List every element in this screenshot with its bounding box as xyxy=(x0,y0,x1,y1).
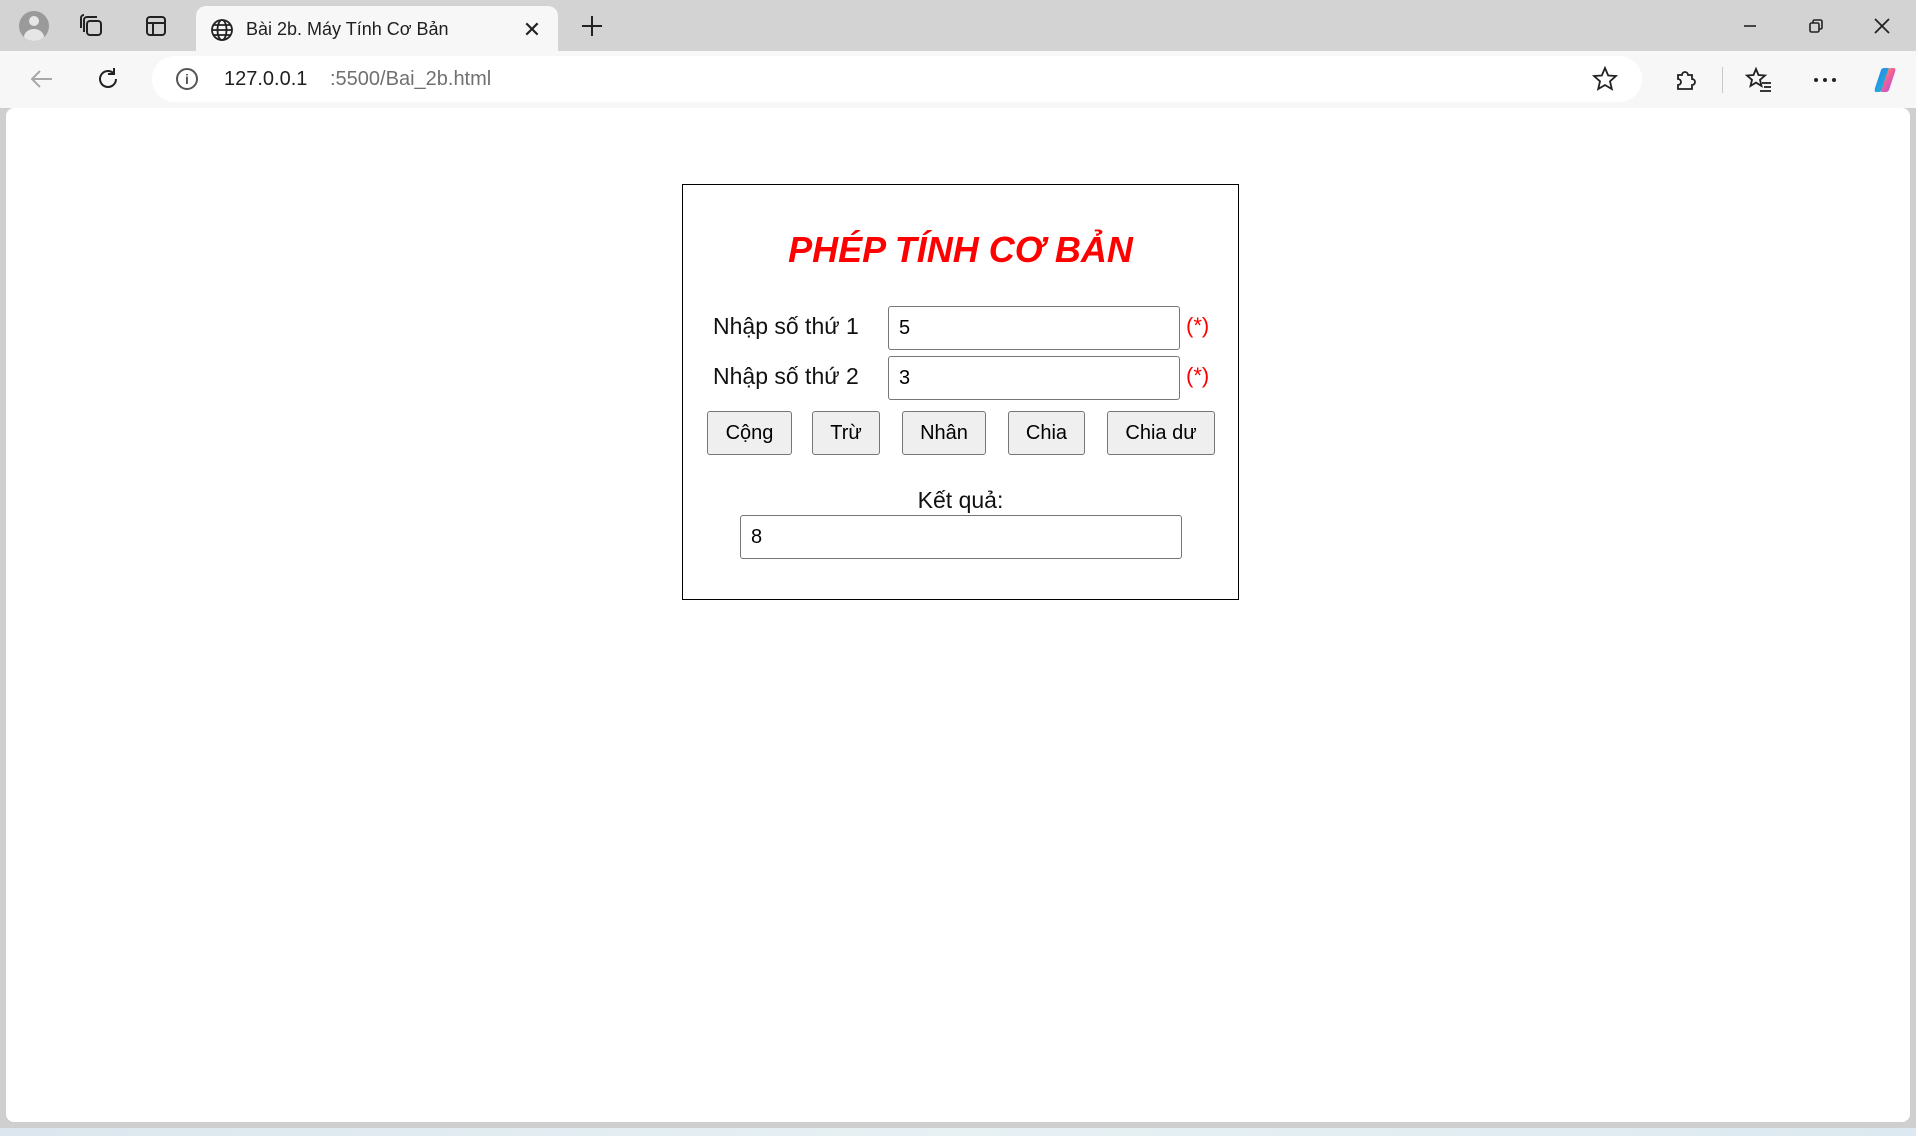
calculator-panel: PHÉP TÍNH CƠ BẢN Nhập số thứ 1 (*) Nhập … xyxy=(682,184,1239,600)
tab-strip: Bài 2b. Máy Tính Cơ Bản ✕ xyxy=(0,0,1916,51)
collections-icon xyxy=(80,14,102,36)
reload-button[interactable] xyxy=(88,59,128,99)
divide-button[interactable]: Chia xyxy=(1008,411,1085,455)
result-label: Kết quả: xyxy=(917,487,1004,513)
input1-label: Nhập số thứ 1 xyxy=(713,313,859,339)
url-path: :5500/Bai_2b.html xyxy=(330,68,492,90)
extensions-button[interactable] xyxy=(1666,61,1704,99)
reload-icon xyxy=(99,68,117,88)
number1-field[interactable] xyxy=(888,306,1180,350)
new-tab-button[interactable] xyxy=(574,8,610,44)
plus-icon xyxy=(582,16,602,36)
close-icon xyxy=(1874,18,1890,34)
back-button[interactable] xyxy=(22,59,62,99)
star-icon[interactable] xyxy=(1592,66,1618,92)
more-icon xyxy=(1814,78,1836,82)
back-icon xyxy=(30,70,52,88)
address-bar[interactable]: i 127.0.0.1 :5500/Bai_2b.html xyxy=(152,56,1642,102)
required-mark-2: (*) xyxy=(1186,363,1210,388)
profile-icon xyxy=(19,11,49,41)
number2-field[interactable] xyxy=(888,356,1180,400)
copilot-icon xyxy=(1874,68,1896,92)
restore-icon xyxy=(1809,19,1823,33)
profile-button[interactable] xyxy=(12,8,56,44)
active-tab[interactable]: Bài 2b. Máy Tính Cơ Bản ✕ xyxy=(196,6,558,51)
page-title: PHÉP TÍNH CƠ BẢN xyxy=(788,229,1133,270)
tab-title: Bài 2b. Máy Tính Cơ Bản xyxy=(246,19,449,39)
taskbar-edge xyxy=(0,1128,1916,1136)
copilot-button[interactable] xyxy=(1866,61,1904,99)
tab-actions-button[interactable] xyxy=(138,8,174,44)
input2-label: Nhập số thứ 2 xyxy=(713,363,859,389)
tab-actions-icon xyxy=(146,16,166,36)
minimize-icon xyxy=(1744,25,1756,27)
info-icon[interactable]: i xyxy=(176,68,198,90)
page-viewport: PHÉP TÍNH CƠ BẢN Nhập số thứ 1 (*) Nhập … xyxy=(6,108,1910,1122)
globe-icon xyxy=(211,19,233,41)
favorites-button[interactable] xyxy=(1740,61,1778,99)
window-close-button[interactable] xyxy=(1858,8,1906,44)
toolbar-divider xyxy=(1722,67,1723,93)
modulo-button[interactable]: Chia dư xyxy=(1107,411,1215,455)
subtract-button[interactable]: Trừ xyxy=(812,411,880,455)
add-button[interactable]: Cộng xyxy=(707,411,792,455)
restore-button[interactable] xyxy=(1792,8,1840,44)
multiply-button[interactable]: Nhân xyxy=(902,411,986,455)
workspaces-button[interactable] xyxy=(74,8,110,44)
url-host: 127.0.0.1 xyxy=(224,68,308,90)
browser-toolbar: i 127.0.0.1 :5500/Bai_2b.html xyxy=(0,51,1916,108)
required-mark-1: (*) xyxy=(1186,313,1210,338)
close-icon[interactable]: ✕ xyxy=(518,16,546,44)
minimize-button[interactable] xyxy=(1726,8,1774,44)
result-field[interactable] xyxy=(740,515,1182,559)
more-button[interactable] xyxy=(1806,61,1844,99)
favorites-icon xyxy=(1745,66,1771,92)
extensions-icon xyxy=(1677,71,1696,90)
